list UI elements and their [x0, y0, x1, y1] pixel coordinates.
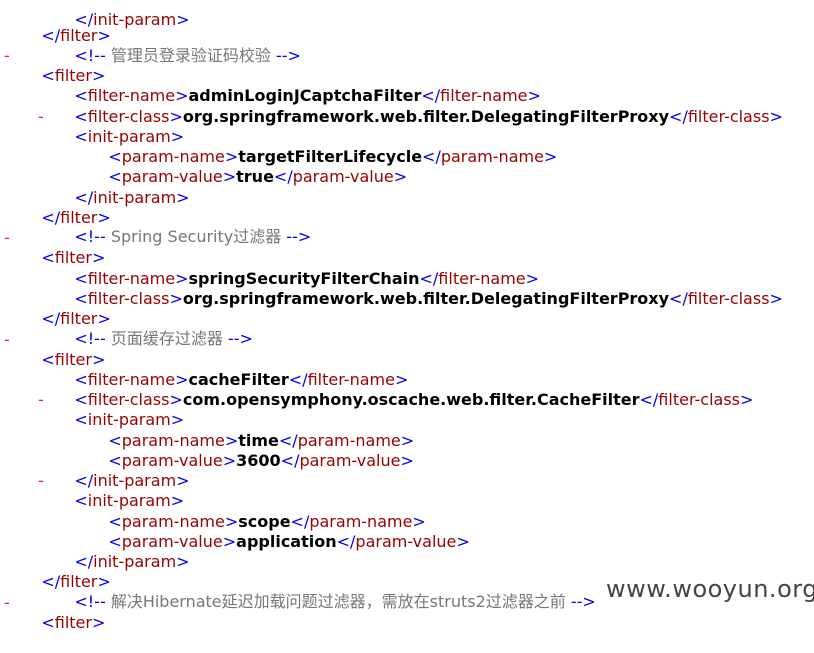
comment-text: 解决Hibernate延迟加载问题过滤器，需放在struts2过滤器之前 — [110, 592, 566, 611]
collapse-toggle[interactable]: - — [4, 330, 10, 350]
collapse-toggle[interactable]: - — [38, 390, 44, 410]
xml-line: <filter> — [41, 66, 106, 85]
xml-line: <init-param> — [74, 410, 185, 429]
xml-element: <param-name>time</param-name> — [108, 431, 415, 450]
xml-element: <param-value>application</param-value> — [108, 532, 470, 551]
xml-line: <init-param> — [74, 127, 185, 146]
xml-element: <filter-name>adminLoginJCaptchaFilter</f… — [74, 86, 541, 105]
tag-name: filter — [54, 613, 92, 632]
xml-element: <filter-name>springSecurityFilterChain</… — [74, 269, 540, 288]
xml-line: </filter> — [41, 26, 111, 45]
xml-element: <filter-class>com.opensymphony.oscache.w… — [74, 390, 754, 409]
comment-text: 管理员登录验证码校验 — [110, 46, 271, 65]
element-value: org.springframework.web.filter.Delegatin… — [182, 289, 670, 308]
comment-text: 页面缓存过滤器 — [110, 329, 223, 348]
collapse-toggle[interactable]: - — [38, 107, 44, 127]
xml-line: </init-param> — [74, 552, 190, 571]
xml-element: <filter-name>cacheFilter</filter-name> — [74, 370, 409, 389]
watermark: www.wooyun.org — [606, 575, 814, 603]
xml-line: </init-param> — [74, 188, 190, 207]
element-value: application — [236, 532, 337, 551]
collapse-toggle[interactable]: - — [4, 228, 10, 248]
collapse-toggle[interactable]: - — [4, 593, 10, 613]
xml-element: <filter-class>org.springframework.web.fi… — [74, 289, 783, 308]
xml-element: <param-name>scope</param-name> — [108, 512, 426, 531]
element-value: org.springframework.web.filter.Delegatin… — [182, 107, 670, 126]
xml-line: <filter> — [41, 613, 106, 632]
xml-line: <init-param> — [74, 491, 185, 510]
xml-element: <param-name>targetFilterLifecycle</param… — [108, 147, 558, 166]
xml-comment: <!-- 页面缓存过滤器 --> — [74, 329, 253, 348]
xml-line: </filter> — [41, 309, 111, 328]
xml-element: <filter-class>org.springframework.web.fi… — [74, 107, 783, 126]
comment-text: Spring Security过滤器 — [110, 227, 282, 246]
xml-line: <filter> — [41, 350, 106, 369]
xml-element: <param-value>3600</param-value> — [108, 451, 414, 470]
xml-element: <param-value>true</param-value> — [108, 167, 408, 186]
xml-line: </filter> — [41, 208, 111, 227]
element-value: 3600 — [236, 451, 281, 470]
xml-comment: <!-- 管理员登录验证码校验 --> — [74, 46, 301, 65]
collapse-toggle[interactable]: - — [38, 471, 44, 491]
element-value: com.opensymphony.oscache.web.filter.Cach… — [182, 390, 640, 409]
xml-comment: <!-- 解决Hibernate延迟加载问题过滤器，需放在struts2过滤器之… — [74, 592, 596, 611]
element-value: true — [236, 167, 274, 186]
xml-line: </filter> — [41, 572, 111, 591]
xml-comment: <!-- Spring Security过滤器 --> — [74, 227, 312, 246]
xml-line: <filter> — [41, 248, 106, 267]
collapse-toggle[interactable]: - — [4, 46, 10, 66]
xml-line: </init-param> — [74, 471, 190, 490]
